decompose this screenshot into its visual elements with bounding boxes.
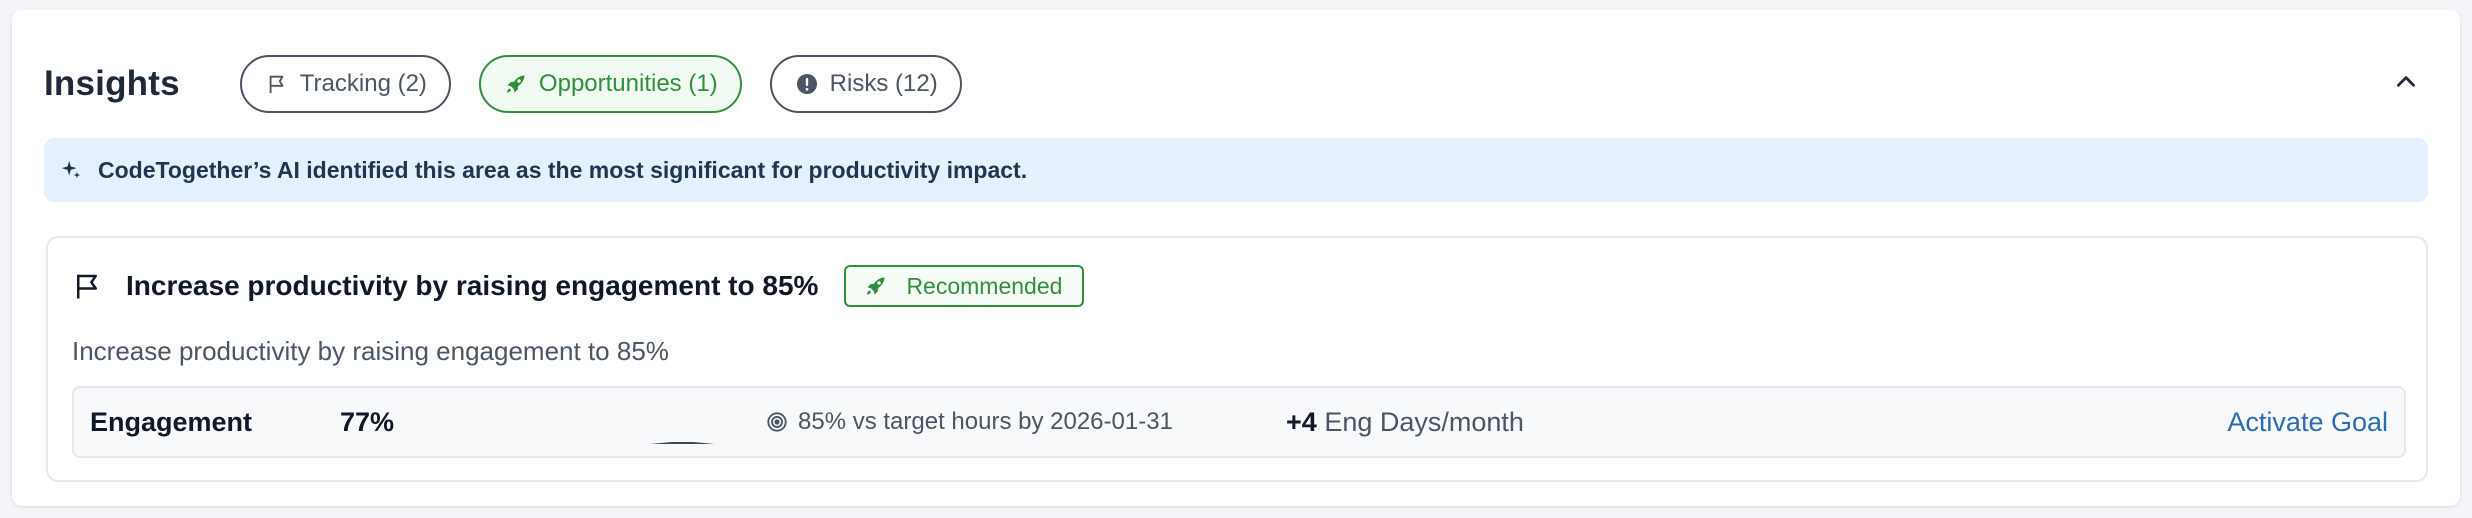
banner-text: CodeTogether’s AI identified this area a… [98, 156, 1028, 183]
filter-risks-label: Risks (12) [829, 70, 938, 97]
metric-target: 85% vs target hours by 2026-01-31 [766, 408, 1173, 436]
rocket-icon [503, 71, 529, 97]
filter-opportunities-label: Opportunities (1) [538, 70, 718, 97]
goal-subtitle: Increase productivity by raising engagem… [72, 336, 669, 366]
chevron-up-icon [2393, 69, 2419, 100]
metric-value: 77% [340, 406, 395, 437]
metric-gain-value: +4 [1286, 406, 1317, 437]
target-icon [766, 411, 788, 433]
insights-title: Insights [44, 64, 180, 103]
rocket-icon [864, 273, 890, 299]
sparkline-chart [446, 441, 716, 444]
filter-opportunities[interactable]: Opportunities (1) [478, 55, 742, 113]
filter-tracking[interactable]: Tracking (2) [239, 55, 451, 113]
sparkles-icon [60, 157, 86, 183]
sparkline-line [649, 441, 715, 444]
goal-title: Increase productivity by raising engagem… [126, 270, 819, 301]
metric-label: Engagement [90, 406, 253, 437]
metric-target-text: 85% vs target hours by 2026-01-31 [798, 408, 1173, 435]
activate-goal-link[interactable]: Activate Goal [2227, 407, 2388, 438]
flag-icon [264, 71, 290, 97]
insights-header: Insights Tracking (2) Opportunities (1) … [44, 54, 2428, 114]
goal-card: Increase productivity by raising engagem… [46, 236, 2428, 482]
recommended-badge: Recommended [844, 265, 1085, 307]
insights-card: Insights Tracking (2) Opportunities (1) … [12, 10, 2460, 506]
collapse-button[interactable] [2384, 62, 2428, 106]
badge-label: Recommended [906, 272, 1063, 299]
goal-header: Increase productivity by raising engagem… [72, 264, 1085, 308]
metric-row: Engagement 77% 85% vs target hours by 20… [72, 386, 2406, 458]
metric-gain-unit: Eng Days/month [1324, 406, 1524, 437]
ai-insight-banner: CodeTogether’s AI identified this area a… [44, 138, 2428, 202]
filter-risks[interactable]: Risks (12) [769, 55, 962, 113]
exclamation-circle-icon [794, 71, 820, 97]
metric-gain: +4 Eng Days/month [1286, 407, 1524, 438]
flag-icon [72, 270, 104, 302]
filter-tracking-label: Tracking (2) [299, 70, 427, 97]
